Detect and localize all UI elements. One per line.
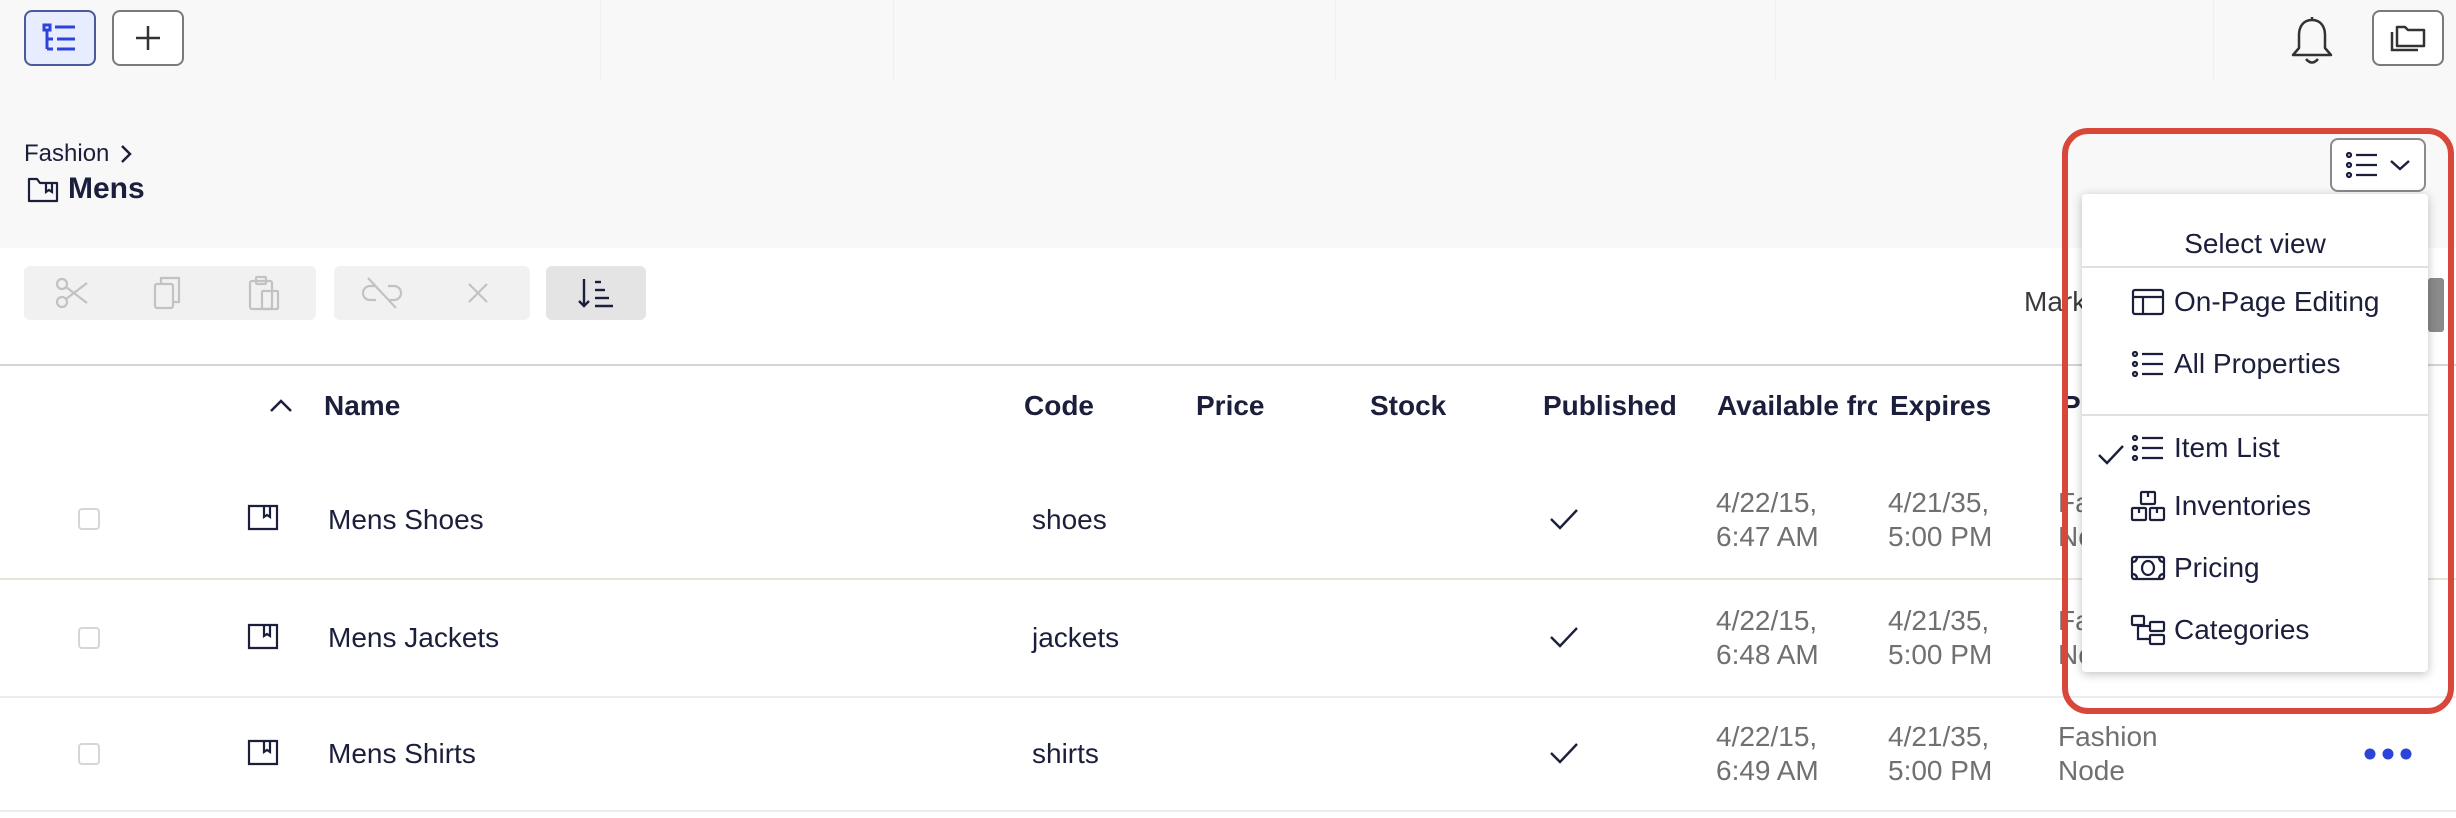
catalog-node-icon <box>247 739 279 766</box>
link-toolbar <box>334 266 530 320</box>
row-parent: Fashion Node <box>2058 721 2158 786</box>
tree-list-icon <box>42 23 75 51</box>
row-expires: 4/21/35, 5:00 PM <box>1888 605 1993 670</box>
plus-icon <box>136 26 160 50</box>
row-expires: 4/21/35, 5:00 PM <box>1888 721 1993 786</box>
add-button[interactable] <box>112 10 184 66</box>
page-title-row: Mens <box>26 172 145 206</box>
tree-view-button[interactable] <box>24 10 96 66</box>
paste-icon <box>248 275 280 311</box>
column-header-expires[interactable]: Expires <box>1890 390 1991 422</box>
unlink-button[interactable] <box>334 266 430 320</box>
clipboard-toolbar <box>24 266 316 320</box>
catalog-node-icon <box>247 623 279 650</box>
sort-icon <box>578 279 613 308</box>
catalog-node-icon <box>247 504 279 531</box>
column-header-code[interactable]: Code <box>1024 390 1094 422</box>
check-icon <box>1550 509 1578 530</box>
breadcrumb[interactable]: Fashion <box>24 140 133 168</box>
column-header-stock[interactable]: Stock <box>1370 390 1446 422</box>
row-code: shirts <box>1032 738 1099 769</box>
chevron-right-icon <box>121 145 133 163</box>
breadcrumb-parent[interactable]: Fashion <box>24 140 109 168</box>
row-checkbox[interactable] <box>78 508 100 530</box>
row-divider <box>0 810 2456 812</box>
row-available-from: 4/22/15, 6:48 AM <box>1716 605 1819 670</box>
check-icon <box>1550 743 1578 764</box>
row-code: shoes <box>1032 504 1107 535</box>
paste-button[interactable] <box>216 266 312 320</box>
scissors-icon <box>55 277 88 309</box>
row-name[interactable]: Mens Shoes <box>328 504 484 536</box>
row-available-from: 4/22/15, 6:47 AM <box>1716 487 1819 552</box>
folders-icon <box>2390 25 2426 52</box>
delete-button[interactable] <box>430 266 526 320</box>
sort-button[interactable] <box>546 266 646 320</box>
row-checkbox[interactable] <box>78 743 100 765</box>
folders-button[interactable] <box>2372 10 2444 66</box>
row-checkbox[interactable] <box>78 627 100 649</box>
column-header-name[interactable]: Name <box>324 390 400 422</box>
close-icon <box>468 283 488 303</box>
top-bar <box>0 0 2456 80</box>
row-expires: 4/21/35, 5:00 PM <box>1888 487 1993 552</box>
column-header-available-from[interactable]: Available fro <box>1717 390 1877 422</box>
column-header-price[interactable]: Price <box>1196 390 1265 422</box>
check-icon <box>1550 627 1578 648</box>
catalog-node-icon <box>27 177 59 203</box>
bell-icon <box>2291 17 2333 64</box>
column-header-published[interactable]: Published <box>1543 390 1677 422</box>
sort-ascending-icon[interactable] <box>268 396 294 414</box>
unlink-icon <box>361 277 403 309</box>
highlight-annotation <box>2062 128 2454 714</box>
cut-button[interactable] <box>24 266 120 320</box>
copy-icon <box>153 276 181 310</box>
row-available-from: 4/22/15, 6:49 AM <box>1716 721 1819 786</box>
row-code: jackets <box>1032 622 1120 653</box>
row-name[interactable]: Mens Shirts <box>328 738 476 770</box>
notifications-button[interactable] <box>2288 16 2336 68</box>
row-name[interactable]: Mens Jackets <box>328 622 499 654</box>
copy-button[interactable] <box>120 266 216 320</box>
page-title: Mens <box>68 172 145 205</box>
more-options-icon[interactable] <box>2362 744 2414 764</box>
